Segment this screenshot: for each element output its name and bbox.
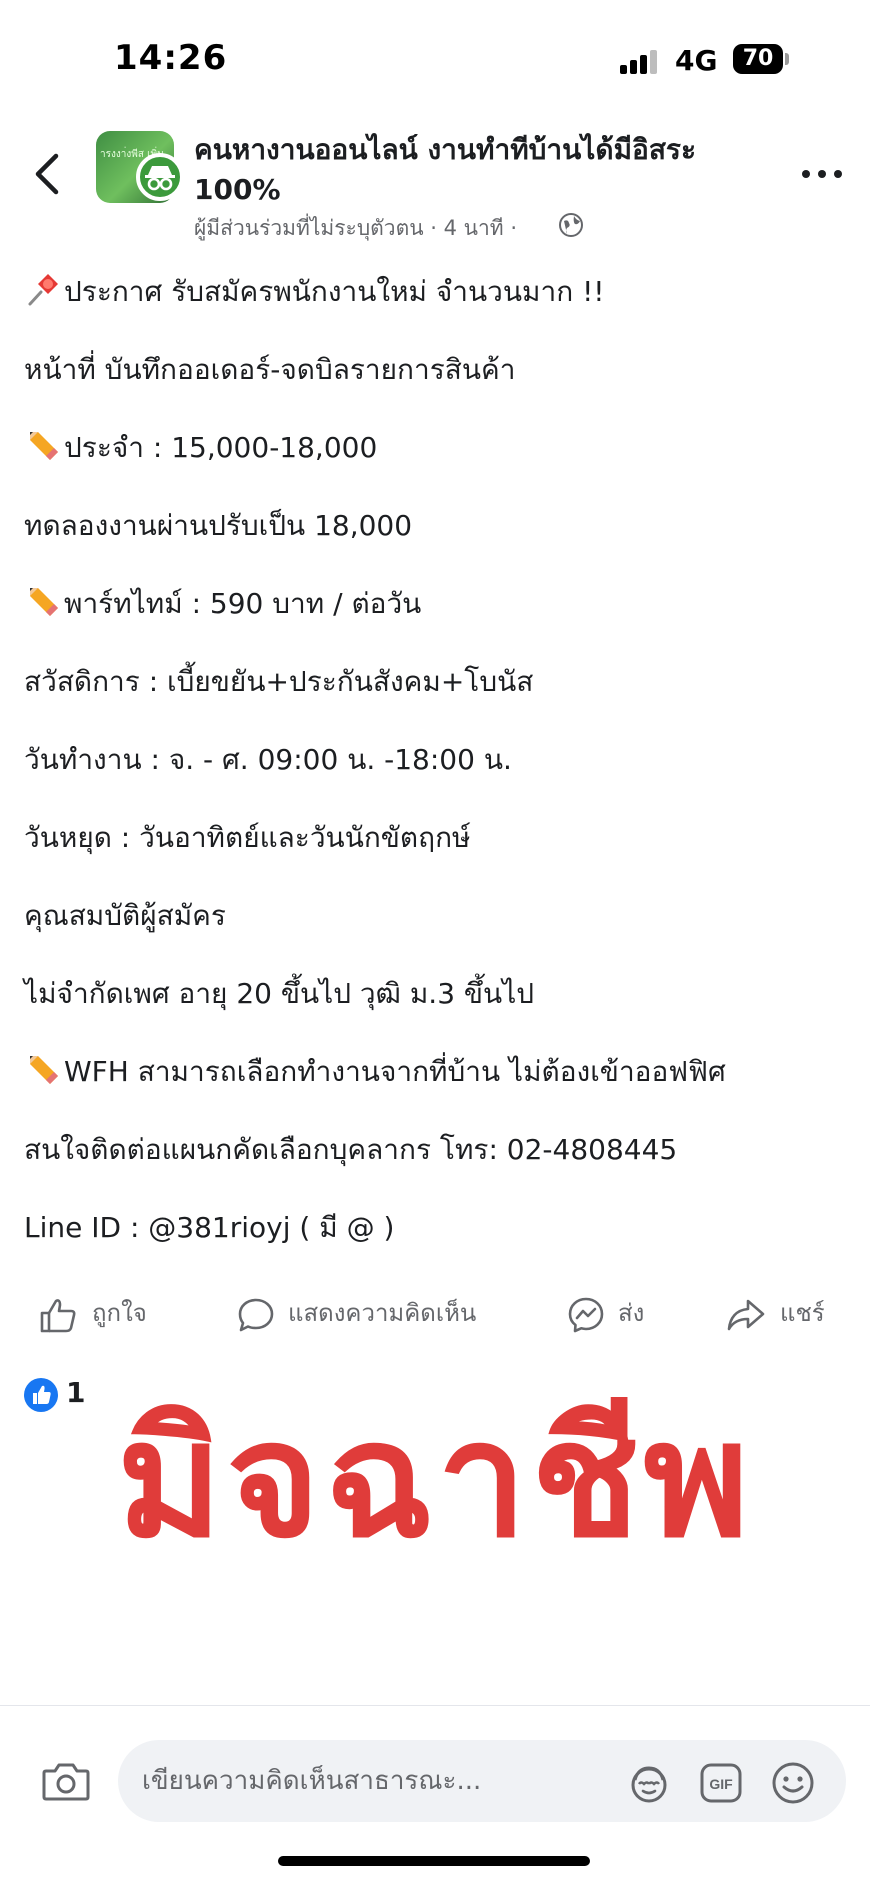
post-line-text: วันหยุด : วันอาทิตย์และวันนักขัตฤกษ์	[24, 821, 471, 854]
post-line-probation: ทดลองงานผ่านปรับเป็น 18,000	[24, 504, 412, 548]
network-label: 4G	[675, 44, 718, 77]
messenger-icon	[568, 1297, 604, 1333]
post-line-text: สวัสดิการ : เบี้ยขยัน+ประกันสังคม+โบนัส	[24, 665, 534, 698]
pencil-icon	[30, 588, 58, 616]
post-line-text: WFH สามารถเลือกทำงานจากที่บ้าน ไม่ต้องเข…	[64, 1055, 726, 1088]
chevron-left-icon	[35, 153, 59, 195]
post-line-qualifications: ไม่จำกัดเพศ อายุ 20 ขึ้นไป วุฒิ ม.3 ขึ้น…	[24, 972, 534, 1016]
send-label: ส่ง	[618, 1299, 645, 1327]
battery-tip	[785, 53, 789, 65]
post-line-text: Line ID : @381rioyj ( มี @ )	[24, 1211, 395, 1244]
post-line-wfh: WFH สามารถเลือกทำงานจากที่บ้าน ไม่ต้องเข…	[24, 1050, 726, 1094]
post-line-parttime: พาร์ทไทม์ : 590 บาท / ต่อวัน	[24, 582, 421, 626]
scam-warning-stamp: มิจฉาชีพ	[116, 1386, 754, 1573]
pencil-icon	[30, 1056, 58, 1084]
camera-icon	[42, 1763, 90, 1801]
gif-icon: GIF	[700, 1763, 742, 1803]
signal-icon	[620, 50, 660, 74]
comment-bubble-icon	[238, 1298, 274, 1332]
share-label: แชร์	[780, 1299, 825, 1327]
more-options-button[interactable]	[800, 158, 844, 188]
thumbs-up-icon	[40, 1299, 76, 1333]
home-indicator[interactable]	[278, 1856, 590, 1866]
gif-button[interactable]: GIF	[698, 1760, 744, 1806]
post-line-text: ประจำ : 15,000-18,000	[64, 431, 378, 464]
post-line-text: สนใจติดต่อแผนกคัดเลือกบุคลากร โทร: 02-48…	[24, 1133, 678, 1166]
post-meta: ผู้มีส่วนร่วมที่ไม่ระบุตัวตน · 4 นาที ·	[194, 216, 517, 240]
emoji-button[interactable]	[770, 1760, 816, 1806]
post-line-text: พาร์ทไทม์ : 590 บาท / ต่อวัน	[64, 587, 422, 620]
status-time: 14:26	[114, 38, 228, 78]
like-label: ถูกใจ	[92, 1299, 147, 1327]
anonymous-badge-icon	[136, 153, 184, 201]
comment-placeholder: เขียนความคิดเห็นสาธารณะ...	[142, 1766, 482, 1796]
post-line-benefits: สวัสดิการ : เบี้ยขยัน+ประกันสังคม+โบนัส	[24, 660, 533, 704]
pencil-icon	[30, 432, 58, 460]
post-line-salary: ประจำ : 15,000-18,000	[24, 426, 377, 470]
back-button[interactable]	[28, 148, 68, 200]
share-button[interactable]: แชร์	[726, 1285, 836, 1341]
share-arrow-icon	[727, 1299, 765, 1331]
pushpin-icon	[28, 274, 58, 306]
post-line-text: วันทำงาน : จ. - ศ. 09:00 น. -18:00 น.	[24, 743, 512, 776]
post-line-text: หน้าที่ บันทึกออเดอร์-จดบิลรายการสินค้า	[24, 353, 516, 386]
post-line-qualifications-heading: คุณสมบัติผู้สมัคร	[24, 894, 226, 938]
post-line-text: ไม่จำกัดเพศ อายุ 20 ขึ้นไป วุฒิ ม.3 ขึ้น…	[24, 977, 535, 1010]
battery-icon: 70	[733, 44, 783, 74]
post-line-text: คุณสมบัติผู้สมัคร	[24, 899, 226, 932]
comment-input[interactable]: เขียนความคิดเห็นสาธารณะ... GIF	[118, 1740, 846, 1822]
post-line-line-id: Line ID : @381rioyj ( มี @ )	[24, 1206, 394, 1250]
post-line-workdays: วันทำงาน : จ. - ศ. 09:00 น. -18:00 น.	[24, 738, 512, 782]
post-line-text: ทดลองงานผ่านปรับเป็น 18,000	[24, 509, 413, 542]
send-button[interactable]: ส่ง	[566, 1285, 666, 1341]
globe-icon	[558, 212, 584, 238]
smiley-icon	[772, 1762, 814, 1804]
comment-button[interactable]: แสดงความคิดเห็น	[236, 1285, 496, 1341]
post-line-announcement: ประกาศ รับสมัครพนักงานใหม่ จำนวนมาก !!	[24, 270, 605, 314]
group-name[interactable]: คนหางานออนไลน์ งานทำทีบ้านได้มีอิสระ 100…	[194, 130, 754, 210]
status-bar: 14:26 4G 70	[0, 0, 870, 110]
camera-button[interactable]	[40, 1757, 92, 1805]
post-line-holidays: วันหยุด : วันอาทิตย์และวันนักขัตฤกษ์	[24, 816, 470, 860]
post-line-contact: สนใจติดต่อแผนกคัดเลือกบุคลากร โทร: 02-48…	[24, 1128, 677, 1172]
post-line-duty: หน้าที่ บันทึกออเดอร์-จดบิลรายการสินค้า	[24, 348, 515, 392]
avatar-sticker-icon	[631, 1766, 667, 1803]
post-action-bar: ถูกใจ แสดงความคิดเห็น ส่ง แชร์	[0, 1285, 870, 1341]
post-line-text: ประกาศ รับสมัครพนักงานใหม่ จำนวนมาก !!	[64, 275, 605, 308]
comment-composer: เขียนความคิดเห็นสาธารณะ... GIF	[0, 1705, 870, 1880]
gif-label: GIF	[709, 1776, 733, 1792]
comment-label: แสดงความคิดเห็น	[288, 1299, 477, 1327]
like-button[interactable]: ถูกใจ	[38, 1285, 168, 1341]
facebook-post-screen: 14:26 4G 70 ารงงา่งพีส เพิ่ม คนหางานออนไ…	[0, 0, 870, 1880]
avatar-sticker-button[interactable]	[626, 1760, 672, 1806]
